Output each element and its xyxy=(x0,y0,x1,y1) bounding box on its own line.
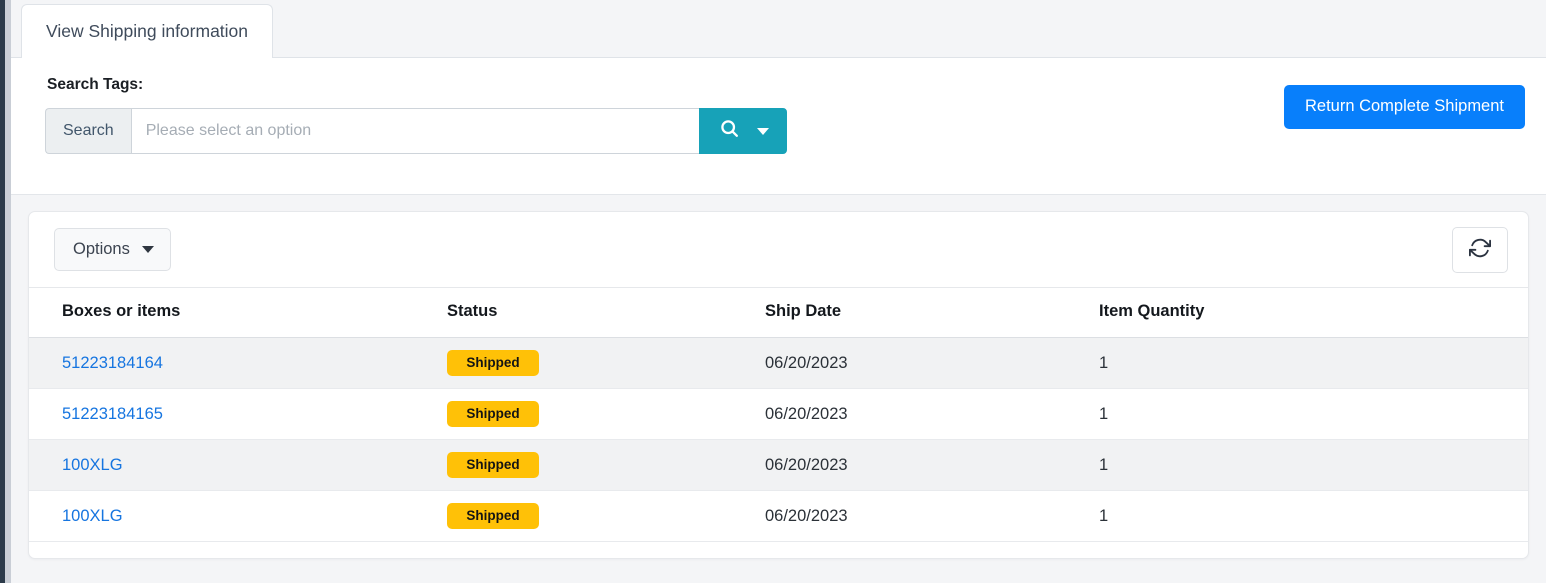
caret-down-icon xyxy=(142,246,154,253)
cell-status: Shipped xyxy=(447,338,765,389)
options-label: Options xyxy=(73,241,130,258)
cell-ship-date: 06/20/2023 xyxy=(765,338,1099,389)
cell-ship-date: 06/20/2023 xyxy=(765,440,1099,491)
search-panel: Search Tags: Search Return Complete Ship… xyxy=(11,58,1546,195)
search-prefix-label: Search xyxy=(45,108,131,154)
search-dropdown-caret-icon[interactable] xyxy=(757,128,769,135)
search-icon xyxy=(719,118,740,144)
table-row[interactable]: 100XLG Shipped 06/20/2023 1 xyxy=(29,491,1528,542)
cell-boxes-or-items: 51223184164 xyxy=(29,338,447,389)
table-card-wrapper: Options xyxy=(11,195,1546,559)
table-row[interactable]: 51223184165 Shipped 06/20/2023 1 xyxy=(29,389,1528,440)
column-header-item-quantity[interactable]: Item Quantity xyxy=(1099,288,1528,338)
options-dropdown-button[interactable]: Options xyxy=(54,228,171,271)
item-link[interactable]: 100XLG xyxy=(62,456,123,474)
item-link[interactable]: 51223184164 xyxy=(62,354,163,372)
shipping-table: Boxes or items Status Ship Date Item Qua… xyxy=(29,288,1528,542)
cell-item-quantity: 1 xyxy=(1099,338,1528,389)
tab-view-shipping-information[interactable]: View Shipping information xyxy=(21,4,273,58)
cell-ship-date: 06/20/2023 xyxy=(765,491,1099,542)
status-badge: Shipped xyxy=(447,452,539,478)
search-input-group: Search xyxy=(45,108,787,154)
table-row[interactable]: 100XLG Shipped 06/20/2023 1 xyxy=(29,440,1528,491)
cell-item-quantity: 1 xyxy=(1099,440,1528,491)
status-badge: Shipped xyxy=(447,350,539,376)
content-column: View Shipping information Search Tags: S… xyxy=(11,0,1546,583)
column-header-ship-date[interactable]: Ship Date xyxy=(765,288,1099,338)
cell-item-quantity: 1 xyxy=(1099,491,1528,542)
cell-boxes-or-items: 100XLG xyxy=(29,491,447,542)
tab-label: View Shipping information xyxy=(46,21,248,42)
cell-status: Shipped xyxy=(447,389,765,440)
cell-status: Shipped xyxy=(447,491,765,542)
column-header-boxes-or-items[interactable]: Boxes or items xyxy=(29,288,447,338)
table-header: Boxes or items Status Ship Date Item Qua… xyxy=(29,288,1528,338)
cell-status: Shipped xyxy=(447,440,765,491)
return-complete-shipment-button[interactable]: Return Complete Shipment xyxy=(1284,85,1525,129)
status-badge: Shipped xyxy=(447,503,539,529)
table-header-row: Boxes or items Status Ship Date Item Qua… xyxy=(29,288,1528,338)
table-body: 51223184164 Shipped 06/20/2023 1 5122318… xyxy=(29,338,1528,542)
search-input[interactable] xyxy=(131,108,699,154)
refresh-button[interactable] xyxy=(1452,227,1508,273)
item-link[interactable]: 51223184165 xyxy=(62,405,163,423)
status-badge: Shipped xyxy=(447,401,539,427)
column-header-status[interactable]: Status xyxy=(447,288,765,338)
cell-ship-date: 06/20/2023 xyxy=(765,389,1099,440)
refresh-icon xyxy=(1469,237,1491,262)
tab-bar: View Shipping information xyxy=(11,0,1546,58)
search-submit-button[interactable] xyxy=(699,108,787,154)
table-card: Options xyxy=(28,211,1529,559)
table-row[interactable]: 51223184164 Shipped 06/20/2023 1 xyxy=(29,338,1528,389)
cell-item-quantity: 1 xyxy=(1099,389,1528,440)
item-link[interactable]: 100XLG xyxy=(62,507,123,525)
table-toolbar: Options xyxy=(29,212,1528,288)
app-root: View Shipping information Search Tags: S… xyxy=(0,0,1546,583)
cell-boxes-or-items: 100XLG xyxy=(29,440,447,491)
cell-boxes-or-items: 51223184165 xyxy=(29,389,447,440)
